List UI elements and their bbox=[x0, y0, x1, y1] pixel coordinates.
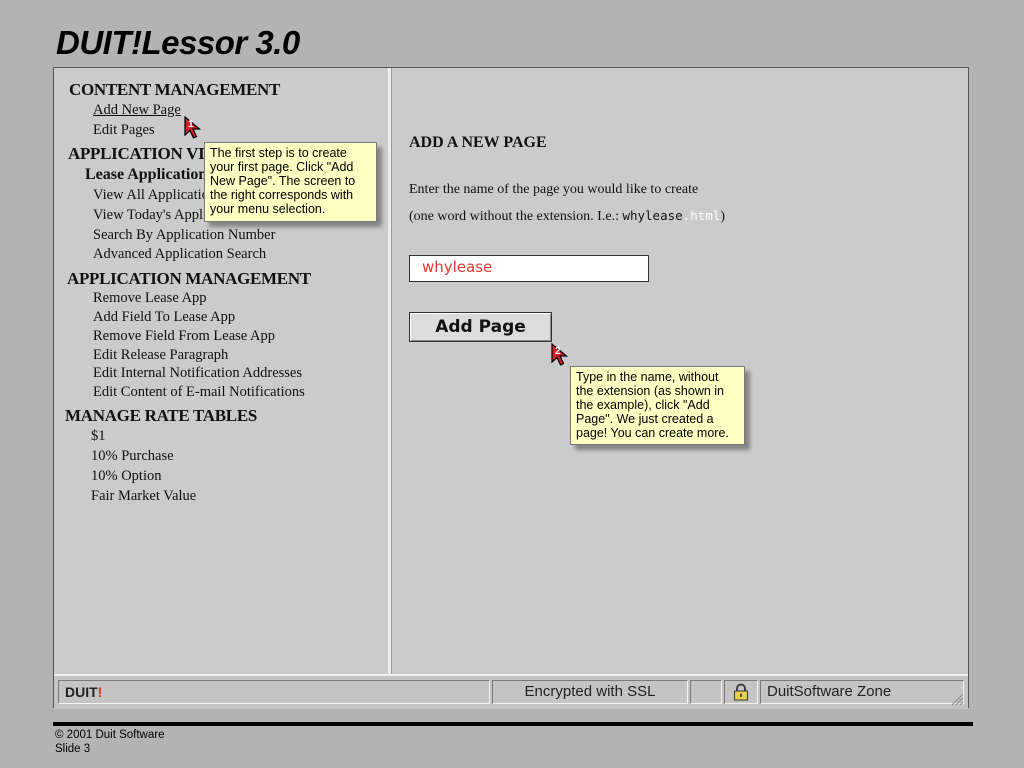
status-ssl: Encrypted with SSL bbox=[492, 680, 688, 704]
status-zone: DuitSoftware Zone bbox=[760, 680, 964, 704]
sidebar-item-edit-notification-addresses[interactable]: Edit Internal Notification Addresses bbox=[93, 365, 302, 382]
sidebar-item-edit-email-notifications[interactable]: Edit Content of E-mail Notifications bbox=[93, 384, 305, 401]
sidebar-item-search-by-application-number[interactable]: Search By Application Number bbox=[93, 227, 275, 244]
page-heading: ADD A NEW PAGE bbox=[409, 134, 547, 151]
footer-slide-number: Slide 3 bbox=[55, 743, 91, 755]
sidebar-item-remove-field[interactable]: Remove Field From Lease App bbox=[93, 328, 275, 345]
resize-grip-icon[interactable] bbox=[950, 692, 964, 706]
step-number-1: 1 bbox=[188, 119, 194, 130]
instruction-line-2: (one word without the extension. I.e.: w… bbox=[409, 208, 725, 224]
instruction-line-1: Enter the name of the page you would lik… bbox=[409, 182, 699, 197]
status-lock-cell bbox=[724, 680, 758, 704]
tooltip-step-2: Type in the name, without the extension … bbox=[570, 366, 745, 445]
subsection-lease-applications: Lease Applications bbox=[85, 166, 214, 183]
page-name-input[interactable]: whylease bbox=[409, 255, 649, 282]
sidebar-item-remove-lease-app[interactable]: Remove Lease App bbox=[93, 290, 207, 307]
sidebar-menu: CONTENT MANAGEMENT Add New Page Edit Pag… bbox=[54, 68, 391, 674]
sidebar-item-rate-10-purchase[interactable]: 10% Purchase bbox=[91, 448, 174, 465]
add-page-button[interactable]: Add Page bbox=[409, 312, 552, 342]
sidebar-item-advanced-application-search[interactable]: Advanced Application Search bbox=[93, 246, 266, 263]
status-brand: DUIT! bbox=[58, 680, 490, 704]
footer-copyright: © 2001 Duit Software bbox=[55, 729, 165, 741]
slide-title: DUIT!Lessor 3.0 bbox=[56, 24, 300, 61]
section-content-management: CONTENT MANAGEMENT bbox=[69, 80, 281, 99]
footer-rule bbox=[53, 722, 973, 726]
sidebar-item-rate-fair-market[interactable]: Fair Market Value bbox=[91, 488, 196, 505]
sidebar-item-edit-release-paragraph[interactable]: Edit Release Paragraph bbox=[93, 347, 228, 364]
status-empty-cell bbox=[690, 680, 722, 704]
sidebar-item-view-all-applications[interactable]: View All Applications bbox=[93, 187, 222, 204]
step-number-2: 2 bbox=[555, 346, 561, 357]
sidebar-item-rate-10-option[interactable]: 10% Option bbox=[91, 468, 161, 485]
lock-icon bbox=[734, 683, 748, 701]
section-manage-rate-tables: MANAGE RATE TABLES bbox=[65, 406, 258, 425]
sidebar-item-add-field[interactable]: Add Field To Lease App bbox=[93, 309, 235, 326]
status-bar: DUIT! Encrypted with SSL DuitSoftware Zo… bbox=[54, 674, 968, 709]
sidebar-item-add-new-page[interactable]: Add New Page bbox=[93, 102, 181, 119]
tooltip-step-1: The first step is to create your first p… bbox=[204, 142, 377, 222]
sidebar-item-rate-1-dollar[interactable]: $1 bbox=[91, 428, 106, 445]
main-content: ADD A NEW PAGE Enter the name of the pag… bbox=[392, 68, 968, 674]
browser-window: CONTENT MANAGEMENT Add New Page Edit Pag… bbox=[53, 67, 969, 709]
section-application-management: APPLICATION MANAGEMENT bbox=[67, 269, 311, 288]
sidebar-item-edit-pages[interactable]: Edit Pages bbox=[93, 122, 155, 139]
